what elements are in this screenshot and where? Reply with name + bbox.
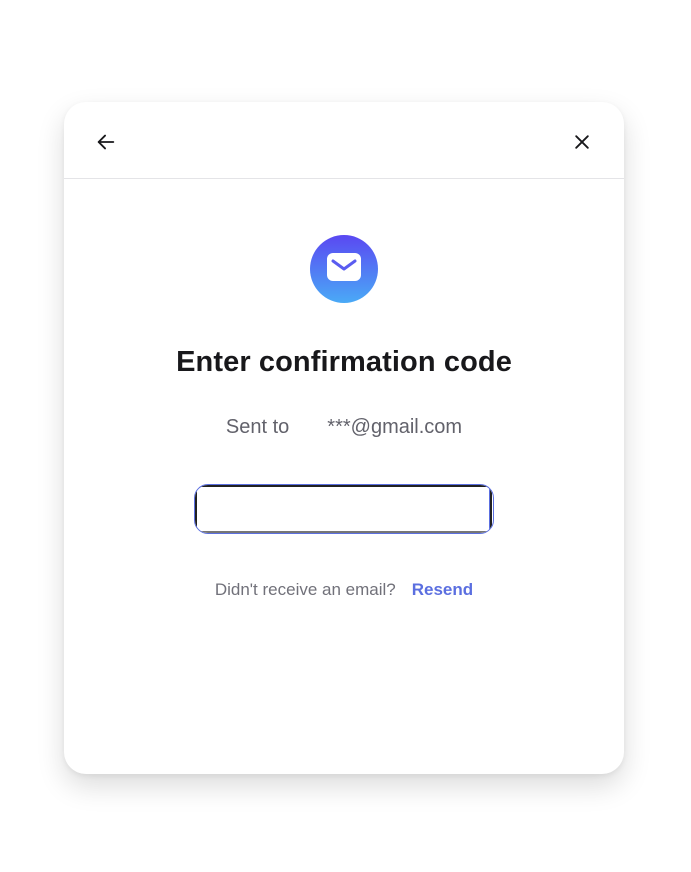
sent-to-email: ***@gmail.com xyxy=(327,416,463,438)
resend-row: Didn't receive an email? Resend xyxy=(64,580,624,600)
dialog-header xyxy=(64,102,624,179)
code-digit-input[interactable] xyxy=(490,485,493,533)
arrow-left-icon xyxy=(95,131,117,158)
back-button[interactable] xyxy=(88,126,124,162)
code-input-group xyxy=(194,484,494,534)
confirmation-dialog: Enter confirmation code Sent to ***@gmail… xyxy=(64,102,624,774)
mail-badge xyxy=(310,235,378,303)
close-icon xyxy=(572,132,592,157)
envelope-icon xyxy=(326,252,362,287)
close-button[interactable] xyxy=(564,126,600,162)
resend-prompt: Didn't receive an email? xyxy=(214,580,396,599)
sent-to-label: Sent to xyxy=(225,416,290,438)
dialog-title: Enter confirmation code xyxy=(176,346,512,378)
code-digit-input[interactable] xyxy=(195,485,490,533)
sent-to-row: Sent to ***@gmail.com xyxy=(64,416,624,439)
resend-link[interactable]: Resend xyxy=(412,580,473,599)
